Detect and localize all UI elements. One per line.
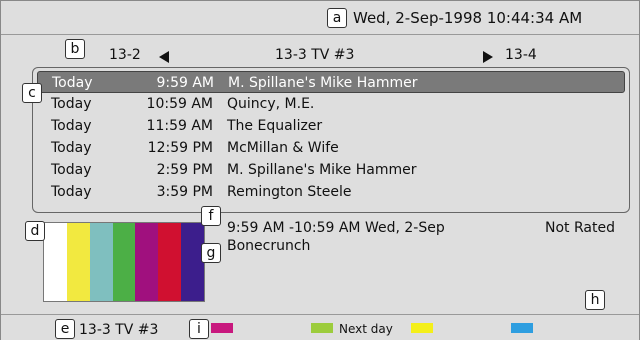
program-time: 10:59 AM — [146, 96, 213, 112]
blue-button-icon[interactable] — [511, 323, 533, 333]
program-time: 3:59 PM — [156, 184, 213, 200]
marker-f: f — [201, 206, 221, 226]
program-row[interactable]: Today 11:59 AM The Equalizer — [37, 115, 625, 137]
color-bar — [135, 223, 159, 301]
current-channel: 13-3 TV #3 — [275, 47, 355, 63]
green-button-label: Next day — [339, 322, 393, 336]
marker-a: a — [327, 8, 347, 28]
marker-g: g — [201, 243, 221, 263]
program-description: Bonecrunch — [227, 238, 311, 254]
marker-i: i — [189, 319, 209, 339]
program-day: Today — [51, 184, 92, 200]
current-datetime: Wed, 2-Sep-1998 10:44:34 AM — [353, 9, 583, 27]
program-time: 2:59 PM — [156, 162, 213, 178]
channel-navigator: 13-2 13-3 TV #3 13-4 — [1, 39, 639, 65]
program-time: 9:59 AM — [156, 75, 214, 91]
marker-e: e — [55, 319, 75, 339]
program-list: Today 9:59 AM M. Spillane's Mike Hammer … — [32, 67, 630, 213]
program-day: Today — [51, 140, 92, 156]
bottom-bar: 13-3 TV #3 Next day — [1, 314, 639, 340]
color-bar — [66, 223, 90, 301]
program-time: 11:59 AM — [146, 118, 213, 134]
marker-b: b — [65, 39, 85, 59]
color-bar — [89, 223, 113, 301]
program-day: Today — [51, 96, 92, 112]
yellow-button-icon[interactable] — [411, 323, 433, 333]
program-title: M. Spillane's Mike Hammer — [228, 75, 418, 91]
marker-c: c — [22, 83, 42, 103]
program-day: Today — [51, 118, 92, 134]
video-preview — [43, 222, 205, 302]
arrow-right-icon[interactable] — [483, 51, 493, 63]
marker-h: h — [585, 290, 605, 310]
color-bar — [181, 223, 205, 301]
program-row-selected[interactable]: Today 9:59 AM M. Spillane's Mike Hammer — [37, 71, 625, 93]
color-bar — [44, 223, 67, 301]
next-channel[interactable]: 13-4 — [505, 47, 537, 63]
color-bar — [112, 223, 136, 301]
program-row[interactable]: Today 2:59 PM M. Spillane's Mike Hammer — [37, 159, 625, 181]
program-title: Remington Steele — [227, 184, 352, 200]
red-button-icon[interactable] — [211, 323, 233, 333]
top-bar: Wed, 2-Sep-1998 10:44:34 AM — [1, 1, 639, 35]
program-time-range: 9:59 AM -10:59 AM Wed, 2-Sep — [227, 220, 445, 236]
program-title: Quincy, M.E. — [227, 96, 315, 112]
program-row[interactable]: Today 3:59 PM Remington Steele — [37, 181, 625, 203]
epg-screen: Wed, 2-Sep-1998 10:44:34 AM 13-2 13-3 TV… — [0, 0, 640, 340]
program-time: 12:59 PM — [147, 140, 213, 156]
program-title: M. Spillane's Mike Hammer — [227, 162, 417, 178]
prev-channel[interactable]: 13-2 — [109, 47, 141, 63]
program-rating: Not Rated — [545, 220, 615, 236]
program-title: The Equalizer — [227, 118, 323, 134]
program-day: Today — [52, 75, 93, 91]
arrow-left-icon[interactable] — [159, 51, 169, 63]
program-title: McMillan & Wife — [227, 140, 339, 156]
marker-d: d — [25, 221, 45, 241]
program-row[interactable]: Today 10:59 AM Quincy, M.E. — [37, 93, 625, 115]
program-day: Today — [51, 162, 92, 178]
color-bar — [158, 223, 182, 301]
program-row[interactable]: Today 12:59 PM McMillan & Wife — [37, 137, 625, 159]
green-button-icon[interactable] — [311, 323, 333, 333]
footer-channel: 13-3 TV #3 — [79, 322, 159, 338]
